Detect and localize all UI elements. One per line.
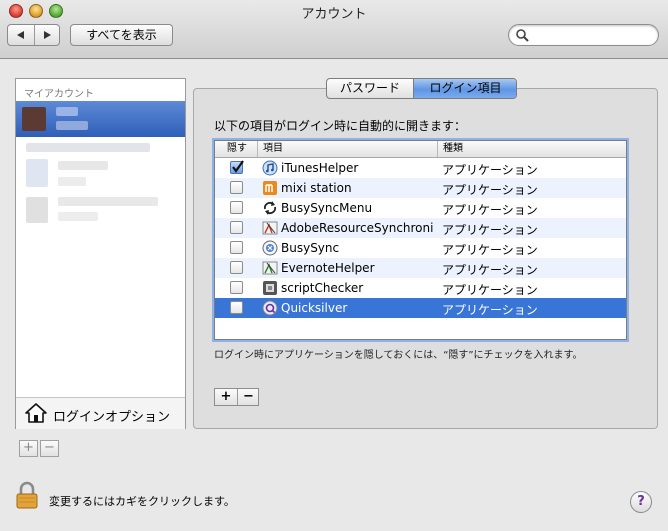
table-header: 隠す 項目 種類	[215, 141, 626, 158]
mixi-icon	[263, 181, 277, 195]
account-name-redacted[interactable]	[58, 161, 108, 170]
item-kind: アプリケーション	[442, 263, 538, 277]
item-name: Quicksilver	[281, 301, 348, 315]
item-kind: アプリケーション	[442, 183, 538, 197]
item-name: BusySync	[281, 241, 340, 255]
hide-checkbox[interactable]	[230, 281, 243, 294]
account-type-redacted	[58, 212, 98, 221]
item-kind: アプリケーション	[442, 223, 538, 237]
avatar	[26, 159, 48, 187]
search-icon	[516, 29, 529, 42]
table-row[interactable]: BusySyncMenu アプリケーション	[215, 198, 626, 218]
show-all-button[interactable]: すべてを表示	[70, 24, 173, 46]
remove-account-button[interactable]: −	[40, 440, 59, 457]
tab-control: パスワード ログイン項目	[326, 78, 517, 99]
itunes-icon	[262, 160, 278, 176]
sidebar-section-header: マイアカウント	[24, 89, 94, 100]
login-items-instruction: 以下の項目がログイン時に自動的に開きます：	[214, 119, 467, 133]
accounts-sidebar: マイアカウント ログインオプション	[15, 78, 186, 429]
tab-password[interactable]: パスワード	[327, 79, 414, 98]
item-kind: アプリケーション	[442, 303, 538, 317]
table-row[interactable]: scriptChecker アプリケーション	[215, 278, 626, 298]
account-name-redacted[interactable]	[58, 197, 158, 206]
table-row[interactable]: BusySync アプリケーション	[215, 238, 626, 258]
item-kind: アプリケーション	[442, 283, 538, 297]
triangle-left-icon	[17, 31, 24, 39]
column-divider	[437, 141, 438, 157]
back-forward-control	[7, 24, 60, 46]
hide-checkbox[interactable]	[230, 241, 243, 254]
account-item-selected[interactable]	[16, 101, 185, 137]
column-header-item[interactable]: 項目	[263, 142, 283, 156]
login-items-table[interactable]: 隠す 項目 種類 iTunesHelper アプリケーション mixi stat…	[214, 140, 627, 340]
help-button[interactable]: ?	[630, 491, 652, 513]
account-group-redacted[interactable]	[26, 143, 150, 152]
search-field[interactable]	[508, 24, 659, 46]
window-toolbar: アカウント すべてを表示	[0, 0, 668, 59]
busysync-icon	[262, 240, 278, 256]
lock-hint-text: 変更するにはカギをクリックします。	[49, 495, 235, 508]
account-name-redacted	[56, 107, 78, 116]
item-name: iTunesHelper	[281, 161, 359, 175]
add-login-item-button[interactable]: +	[215, 389, 238, 405]
quicksilver-icon	[262, 300, 278, 316]
checkmark-icon	[232, 160, 244, 173]
script-app-icon	[263, 281, 277, 295]
triangle-right-icon	[43, 31, 51, 39]
tab-login-items[interactable]: ログイン項目	[414, 79, 516, 98]
item-kind: アプリケーション	[442, 163, 538, 177]
table-row[interactable]: mixi station アプリケーション	[215, 178, 626, 198]
item-name: EvernoteHelper	[281, 261, 375, 275]
item-name: BusySyncMenu	[281, 201, 373, 215]
window-title: アカウント	[301, 7, 367, 22]
login-options-item[interactable]: ログインオプション	[16, 397, 185, 429]
column-header-hide[interactable]: 隠す	[227, 142, 247, 156]
item-kind: アプリケーション	[442, 243, 538, 257]
item-name: mixi station	[281, 181, 352, 195]
add-account-button[interactable]: +	[19, 440, 38, 457]
evernote-app-icon	[262, 261, 278, 275]
item-name: AdobeResourceSynchroni	[281, 221, 434, 235]
hide-hint-text: ログイン時にアプリケーションを隠しておくには、“隠す”にチェックを入れます。	[214, 350, 583, 361]
hide-checkbox[interactable]	[230, 181, 243, 194]
column-header-kind[interactable]: 種類	[443, 142, 463, 156]
hide-checkbox[interactable]	[230, 201, 243, 214]
column-divider	[257, 141, 258, 157]
table-row[interactable]: iTunesHelper アプリケーション	[215, 158, 626, 178]
item-kind: アプリケーション	[442, 203, 538, 217]
item-name: scriptChecker	[281, 281, 364, 295]
house-icon	[25, 403, 47, 423]
search-input[interactable]	[533, 27, 655, 45]
account-type-redacted	[56, 121, 88, 130]
lock-icon[interactable]	[15, 481, 39, 509]
hide-checkbox[interactable]	[230, 301, 243, 314]
avatar	[26, 197, 48, 223]
add-remove-control: + −	[214, 388, 259, 406]
back-button[interactable]	[8, 25, 35, 45]
table-row[interactable]: AdobeResourceSynchroni アプリケーション	[215, 218, 626, 238]
sync-arrows-icon	[264, 201, 276, 215]
hide-checkbox[interactable]	[230, 261, 243, 274]
avatar	[22, 107, 46, 131]
hide-checkbox[interactable]	[230, 221, 243, 234]
remove-login-item-button[interactable]: −	[238, 389, 259, 405]
table-row[interactable]: EvernoteHelper アプリケーション	[215, 258, 626, 278]
login-options-label: ログインオプション	[53, 410, 171, 425]
adobe-app-icon	[262, 221, 278, 235]
hide-checkbox[interactable]	[230, 160, 244, 174]
account-type-redacted	[58, 177, 86, 186]
table-row-selected[interactable]: Quicksilver アプリケーション	[215, 298, 626, 318]
forward-button[interactable]	[34, 25, 59, 45]
